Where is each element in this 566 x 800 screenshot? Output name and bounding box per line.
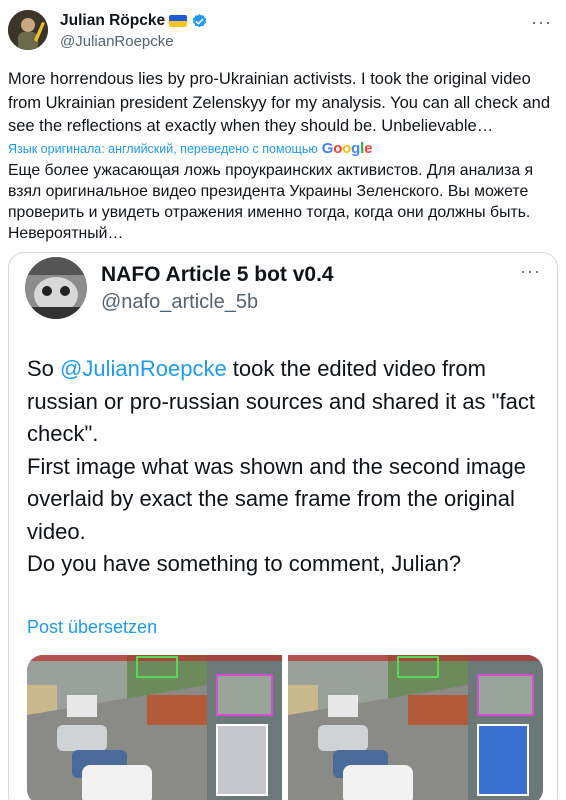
author-name-row: Julian Röpcke [60,12,208,30]
more-options-icon[interactable]: ··· [531,12,552,33]
media-image-2[interactable] [288,655,543,800]
author-avatar[interactable] [8,10,48,50]
author-name[interactable]: Julian Röpcke [60,12,165,30]
quoted-text-prefix: So [27,356,61,381]
quoted-text-rest: took the edited video from russian or pr… [27,356,535,576]
translation-note-text: Язык оригинала: английский, переведено с… [8,141,318,156]
post-header: Julian Röpcke @JulianRoepcke ··· [8,10,558,54]
quoted-media-grid [27,655,543,800]
media-image-1[interactable] [27,655,282,800]
translated-post-text: Еще более ужасающая ложь проукраинских а… [8,162,534,242]
google-logo: Google [321,140,373,157]
quoted-author-avatar[interactable] [25,257,87,319]
verified-badge-icon [191,13,208,30]
quoted-post-text: So @JulianRoepcke took the edited video … [27,353,547,581]
quoted-author-handle[interactable]: @nafo_article_5b [101,291,258,314]
quoted-more-options-icon[interactable]: ··· [520,261,541,282]
ukraine-flag-icon [169,15,188,27]
mention-link[interactable]: @JulianRoepcke [60,356,227,381]
translation-note[interactable]: Язык оригинала: английский, переведено с… [8,140,372,157]
quoted-post-card[interactable]: NAFO Article 5 bot v0.4 @nafo_article_5b… [8,252,558,800]
post-text: More horrendous lies by pro-Ukrainian ac… [8,70,551,135]
author-handle[interactable]: @JulianRoepcke [60,33,174,50]
translate-post-link[interactable]: Post übersetzen [27,617,157,638]
quoted-author-name[interactable]: NAFO Article 5 bot v0.4 [101,263,334,287]
